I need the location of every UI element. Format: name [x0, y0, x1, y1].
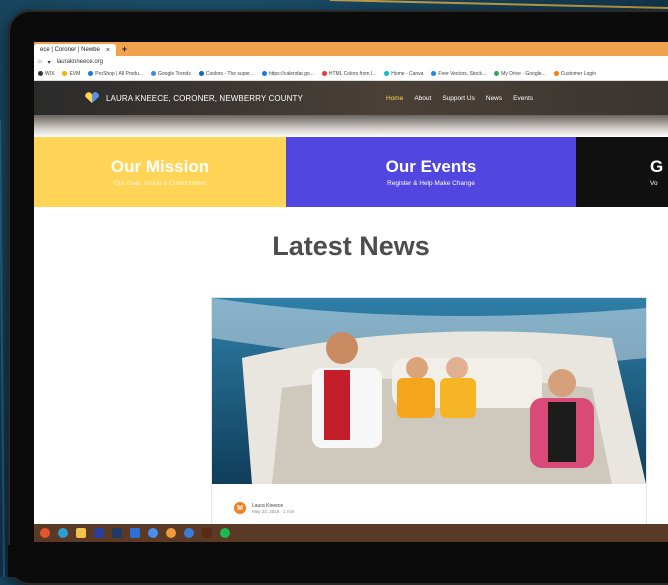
nav-events[interactable]: Events: [513, 95, 533, 102]
lightroom-icon[interactable]: [112, 528, 122, 538]
browser-tab-bar: ece | Coroner | Newbe × +: [34, 42, 668, 56]
bookmark-label: ProShop | All Produ...: [95, 71, 144, 77]
tab-close-icon[interactable]: ×: [106, 47, 110, 54]
tile-title: G: [650, 157, 664, 176]
browser-screen: ece | Coroner | Newbe × + ⌂ ▾ lauraknnee…: [34, 42, 668, 542]
nav-news[interactable]: News: [486, 95, 502, 102]
file-explorer-icon[interactable]: [76, 528, 86, 538]
address-bar[interactable]: ⌂ ▾ lauraknneece.org: [34, 56, 668, 68]
laptop-bottom-bezel: [8, 545, 668, 577]
bookmark-item[interactable]: HTML Colors from l...: [321, 71, 377, 77]
tile-subtitle: Vo: [650, 180, 658, 187]
bookmark-item[interactable]: Home - Canva: [384, 71, 423, 77]
bookmark-item[interactable]: Coolors - The super...: [198, 71, 254, 77]
nav-support-us[interactable]: Support Us: [442, 95, 475, 102]
bookmark-icon: [384, 71, 390, 77]
start-icon[interactable]: [40, 528, 50, 538]
bookmark-icon: [494, 71, 500, 77]
news-post-card[interactable]: M Laura Kneece May 23, 2018 · 1 min: [211, 297, 647, 542]
bookmark-label: Customer Login: [560, 71, 596, 77]
bookmark-label: Google Trends: [158, 71, 191, 77]
site-header: LAURA KNEECE, CORONER, NEWBERRY COUNTY H…: [34, 81, 668, 115]
bookmark-item[interactable]: https://calendar.go...: [261, 71, 314, 77]
nav-home[interactable]: Home: [386, 95, 403, 102]
tile-title: Our Events: [385, 157, 477, 176]
bookmark-item[interactable]: My Drive - Google...: [494, 71, 546, 77]
bookmark-item[interactable]: Customer Login: [553, 71, 596, 77]
latest-news-heading: Latest News: [272, 231, 430, 261]
bookmark-item[interactable]: Free Vectors, Stock...: [431, 71, 486, 77]
bookmark-icon: [38, 71, 43, 77]
photos-icon[interactable]: [130, 528, 140, 538]
bookmark-label: Home - Canva: [391, 71, 424, 77]
bookmark-label: EVM: [69, 71, 81, 77]
tile-partial[interactable]: G Vo: [576, 137, 668, 207]
creative-cloud-icon[interactable]: [94, 528, 104, 538]
tile-our-events[interactable]: Our Events Register & Help Make Change: [286, 137, 576, 207]
chrome-icon[interactable]: [148, 528, 158, 538]
home-icon[interactable]: ⌂: [38, 59, 42, 65]
bookmark-label: WIX: [45, 71, 55, 77]
feature-tiles: Our Mission Our Goal, Vision & Commitmen…: [34, 137, 668, 207]
bookmark-label: Coolors - The super...: [205, 71, 254, 77]
post-photo[interactable]: [212, 298, 646, 484]
heart-logo-icon[interactable]: [84, 92, 100, 104]
bookmark-icon: [62, 71, 68, 77]
bookmark-icon: [261, 71, 267, 77]
browser-tab[interactable]: ece | Coroner | Newbe ×: [34, 44, 116, 56]
bookmark-icon: [151, 71, 157, 77]
post-author[interactable]: M Laura Kneece May 23, 2018 · 1 min: [234, 502, 294, 514]
main-nav: Home About Support Us News Events: [386, 95, 533, 102]
nav-about[interactable]: About: [414, 95, 431, 102]
bookmark-label: My Drive - Google...: [501, 71, 546, 77]
edge-icon[interactable]: [58, 528, 68, 538]
spotify-icon[interactable]: [220, 528, 230, 538]
bookmark-label: https://calendar.go...: [268, 71, 314, 77]
post-date: May 23, 2018 · 1 min: [252, 508, 295, 514]
tile-our-mission[interactable]: Our Mission Our Goal, Vision & Commitmen…: [34, 137, 286, 207]
site-title[interactable]: LAURA KNEECE, CORONER, NEWBERRY COUNTY: [106, 94, 303, 103]
author-avatar[interactable]: M: [234, 502, 246, 514]
bookmark-icon: [198, 71, 204, 77]
tile-subtitle: Our Goal, Vision & Commitment: [113, 180, 207, 187]
bookmark-icon: [553, 71, 559, 77]
bookmark-label: Free Vectors, Stock...: [438, 71, 487, 77]
bookmark-label: HTML Colors from l...: [328, 71, 377, 77]
bookmark-item[interactable]: EVM: [62, 71, 80, 77]
author-info: Laura Kneece May 23, 2018 · 1 min: [252, 503, 294, 514]
firefox-icon[interactable]: [166, 528, 176, 538]
tile-subtitle: Register & Help Make Change: [387, 180, 475, 187]
bookmark-icon: [88, 71, 94, 77]
tile-title: Our Mission: [110, 157, 210, 176]
tab-title: ece | Coroner | Newbe: [40, 47, 100, 53]
dropdown-icon[interactable]: ▾: [48, 59, 51, 66]
bookmark-item[interactable]: ProShop | All Produ...: [88, 71, 143, 77]
bookmark-item[interactable]: Google Trends: [151, 71, 191, 77]
bookmark-icon: [431, 71, 437, 77]
bookmarks-bar: WIX EVM ProShop | All Produ... Google Tr…: [34, 68, 668, 81]
url-text[interactable]: lauraknneece.org: [57, 59, 103, 65]
os-taskbar: [34, 524, 668, 542]
settings-icon[interactable]: [184, 528, 194, 538]
bookmark-icon: [321, 71, 327, 77]
new-tab-button[interactable]: +: [122, 44, 127, 54]
illustrator-icon[interactable]: [202, 528, 212, 538]
header-banner-fade: [34, 115, 668, 137]
bookmark-item[interactable]: WIX: [38, 71, 54, 77]
